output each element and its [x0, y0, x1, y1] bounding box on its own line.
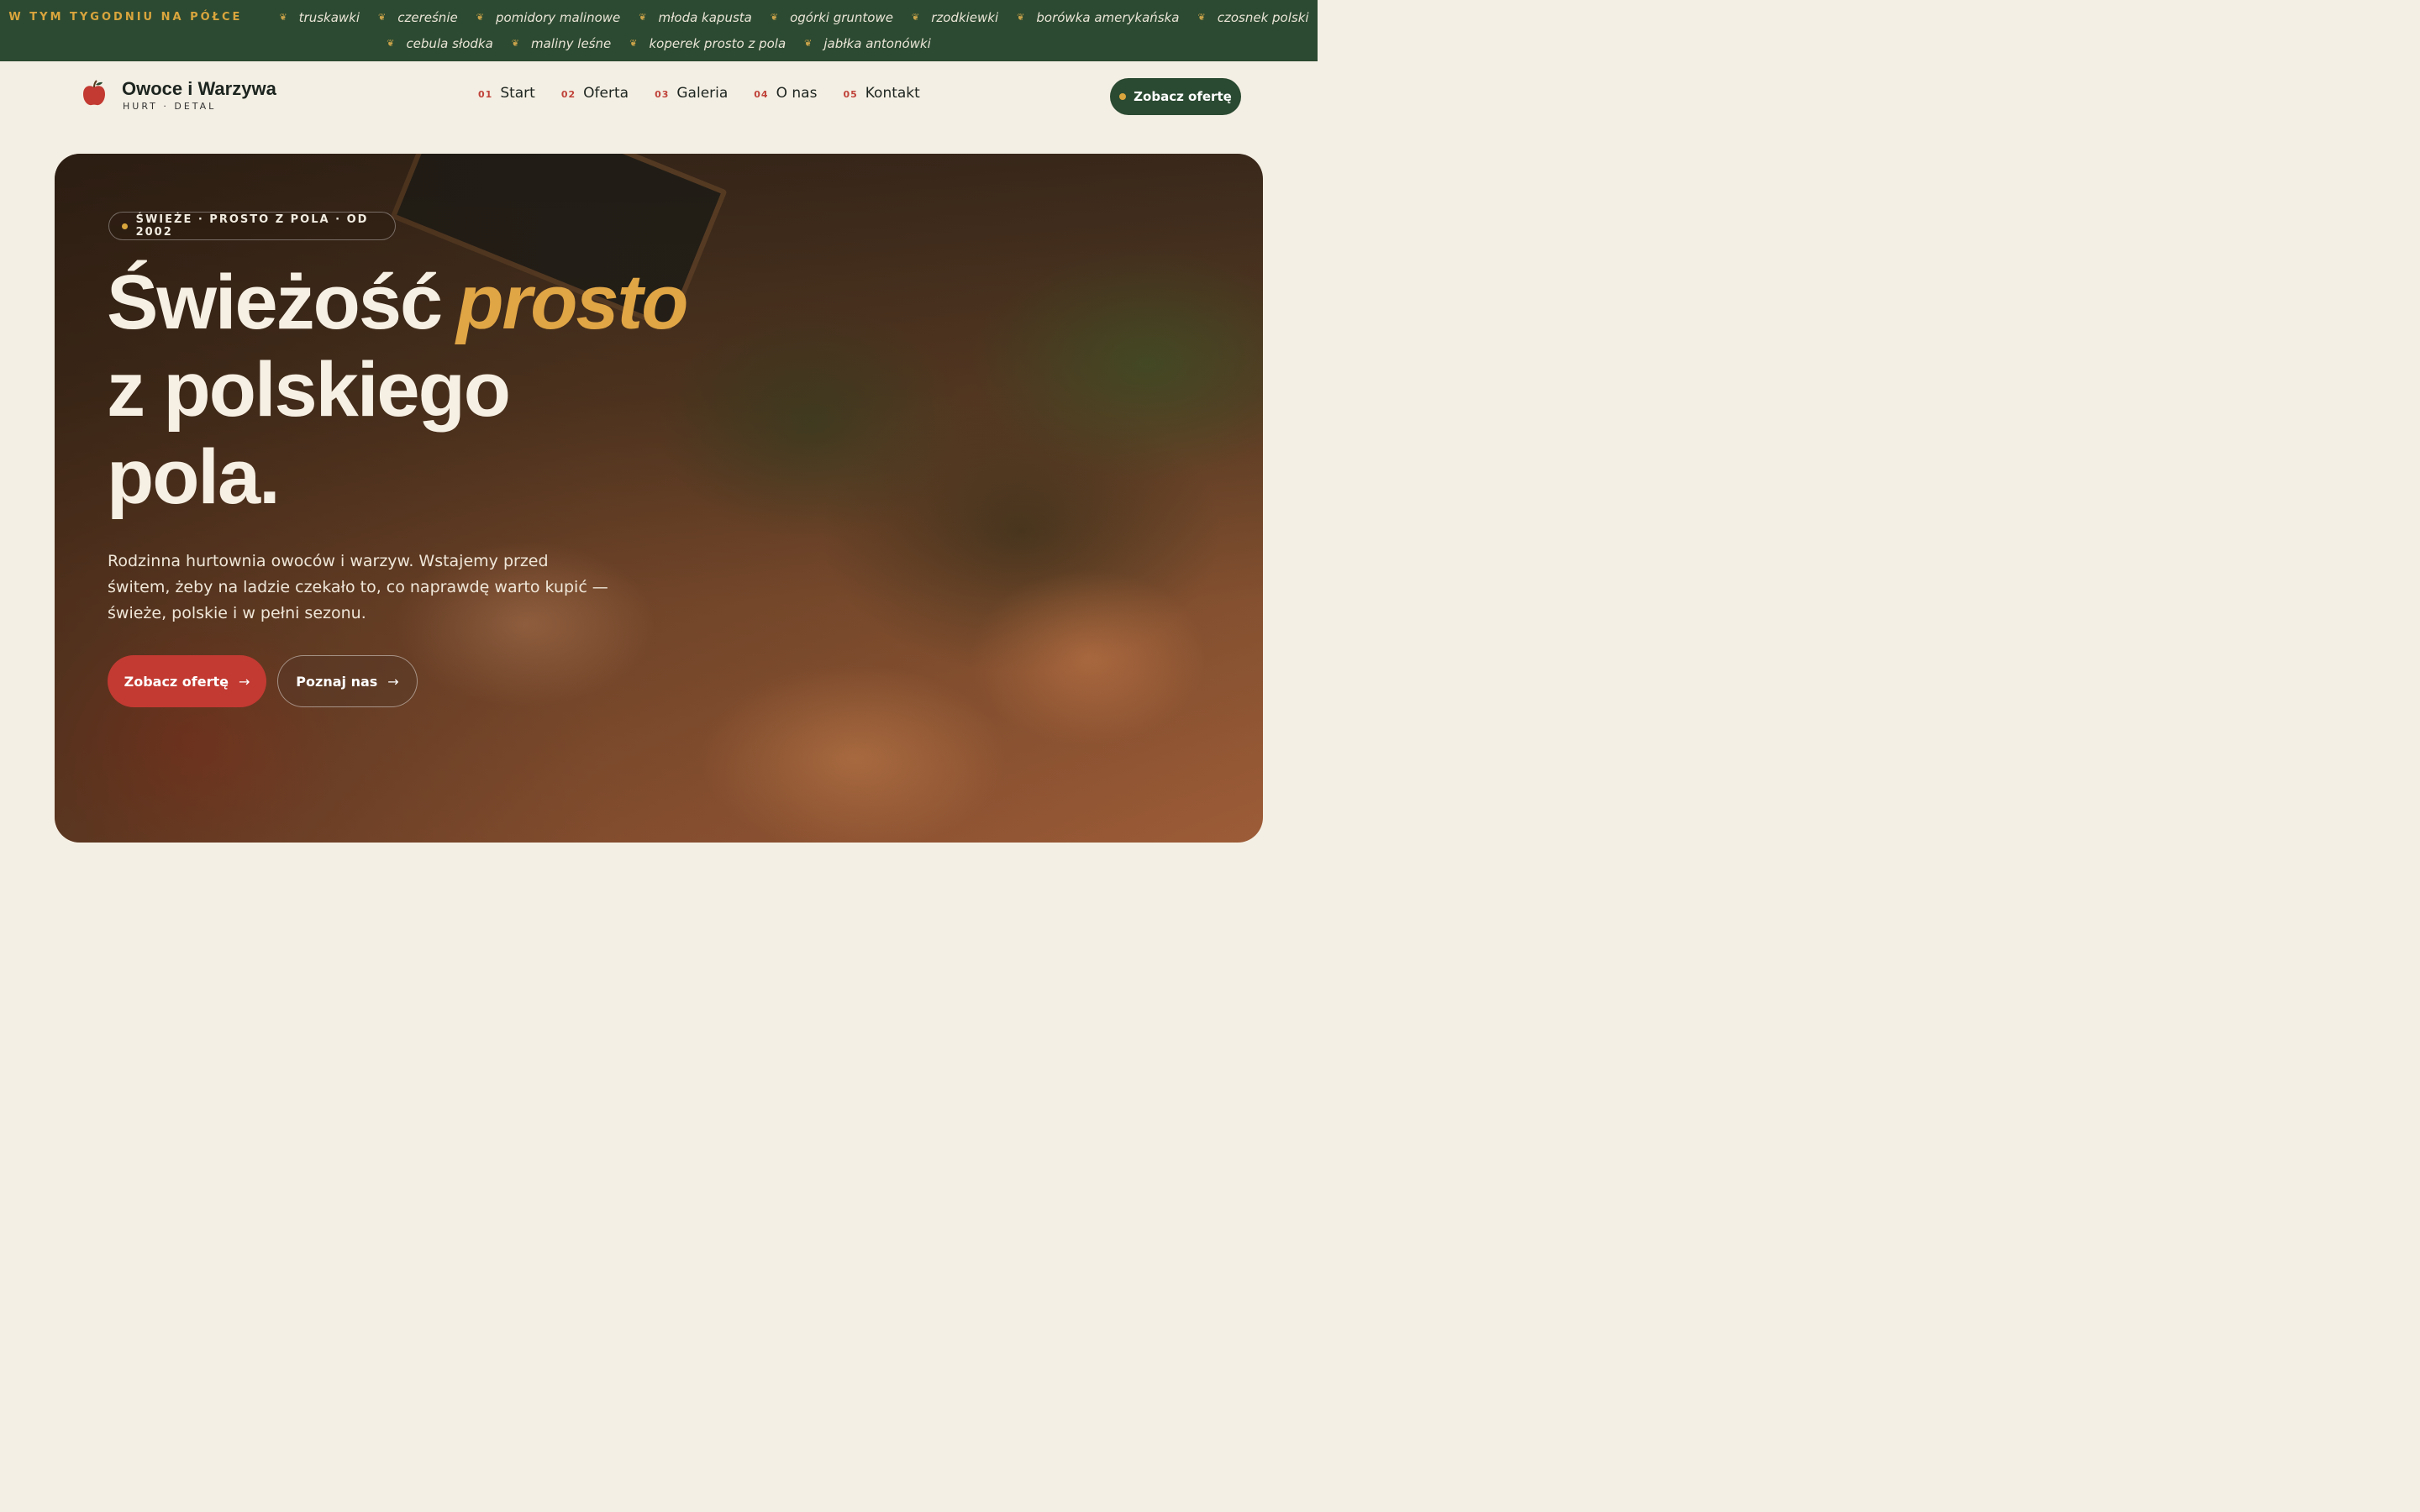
leaf-separator-icon: ❦: [378, 12, 387, 23]
ticker-item: ❦ czereśnie: [360, 10, 458, 25]
ticker-item: ❦ pomidory malinowe: [458, 10, 621, 25]
ticker-item: ❦ ogórki gruntowe: [752, 10, 893, 25]
ticker-row: ❦ cebula słodka ❦ maliny leśne ❦ koperek pros…: [0, 30, 1318, 56]
leaf-separator-icon: ❦: [770, 12, 779, 23]
leaf-separator-icon: ❦: [1197, 12, 1206, 23]
about-us-label: Poznaj nas: [296, 673, 378, 690]
nav-item-galeria[interactable]: 03 Galeria: [655, 85, 728, 102]
arrow-right-icon: →: [387, 673, 399, 690]
hero-headline: Świeżość prosto z polskiego pola.: [107, 259, 745, 521]
headline-accent: prosto: [456, 260, 688, 345]
ticker-item: ❦ młoda kapusta: [620, 10, 752, 25]
ticker-item-text: maliny leśne: [531, 35, 612, 51]
nav-label: Oferta: [583, 85, 629, 102]
headline-line1: Świeżość: [107, 260, 443, 345]
nav-number: 03: [655, 89, 670, 100]
see-offer-label: Zobacz ofertę: [124, 673, 229, 690]
nav-label: O nas: [776, 85, 818, 102]
nav-item-oferta[interactable]: 02 Oferta: [561, 85, 629, 102]
hero-section: ŚWIEŻE · PROSTO Z POLA · OD 2002 Świeżoś…: [55, 154, 1263, 843]
leaf-separator-icon: ❦: [912, 12, 920, 23]
ticker-item: ❦ maliny leśne: [493, 36, 611, 51]
leaf-separator-icon: ❦: [629, 38, 638, 49]
ticker-item-text: koperek prosto z pola: [649, 35, 786, 51]
weekly-produce-ticker: W TYM TYGODNIU NA PÓŁCE ❦ truskawki ❦ czere…: [0, 0, 1318, 61]
ticker-item-text: czosnek polski: [1217, 9, 1309, 25]
ticker-item-text: cebula słodka: [406, 35, 493, 51]
nav-item-start[interactable]: 01 Start: [478, 85, 535, 102]
nav-label: Galeria: [676, 85, 729, 102]
hero-lead: Rodzinna hurtownia owoców i warzyw. Wsta…: [108, 552, 608, 622]
brand-tagline: HURT · DETAL: [123, 101, 217, 112]
header-offer-label: Zobacz ofertę: [1134, 89, 1232, 104]
about-us-button[interactable]: Poznaj nas →: [277, 655, 418, 707]
ticker-item: ❦ cebula słodka: [387, 36, 493, 51]
nav-label: Kontakt: [865, 85, 920, 102]
site-header: Owoce i Warzywa HURT · DETAL 01 Start 02…: [0, 61, 1318, 133]
headline-line3: pola.: [107, 434, 281, 520]
ticker-item-text: czereśnie: [397, 9, 458, 25]
nav-number: 04: [754, 89, 769, 100]
ticker-row: W TYM TYGODNIU NA PÓŁCE ❦ truskawki ❦ czere…: [0, 4, 1318, 30]
dot-icon: [122, 223, 128, 229]
ticker-item: ❦ czosnek polski: [1180, 10, 1309, 25]
ticker-item: ❦ jabłka antonówki: [786, 36, 931, 51]
hero-badge-text: ŚWIEŻE · PROSTO Z POLA · OD 2002: [135, 213, 369, 239]
arrow-right-icon: →: [239, 673, 250, 690]
ticker-item: ❦ truskawki: [260, 10, 360, 25]
leaf-separator-icon: ❦: [476, 12, 484, 23]
brand-name[interactable]: Owoce i Warzywa: [122, 78, 276, 100]
ticker-item-text: pomidory malinowe: [495, 9, 621, 25]
ticker-item: ❦ borówka amerykańska: [998, 10, 1179, 25]
ticker-item-text: ogórki gruntowe: [790, 9, 893, 25]
leaf-separator-icon: ❦: [511, 38, 519, 49]
ticker-item-text: truskawki: [298, 9, 360, 25]
nav-number: 01: [478, 89, 493, 100]
ticker-item-text: jabłka antonówki: [823, 35, 931, 51]
nav-item-o-nas[interactable]: 04 O nas: [754, 85, 817, 102]
nav-number: 05: [843, 89, 858, 100]
leaf-separator-icon: ❦: [639, 12, 647, 23]
nav-number: 02: [560, 89, 576, 100]
nav-item-kontakt[interactable]: 05 Kontakt: [843, 85, 919, 102]
ticker-label: W TYM TYGODNIU NA PÓŁCE: [8, 11, 243, 24]
main-nav: 01 Start 02 Oferta 03 Galeria 04 O nas 0…: [478, 85, 946, 108]
see-offer-button[interactable]: Zobacz ofertę →: [108, 655, 266, 707]
nav-label: Start: [500, 85, 535, 102]
leaf-separator-icon: ❦: [279, 12, 287, 23]
header-offer-button[interactable]: Zobacz ofertę: [1110, 78, 1241, 115]
ticker-item-text: rzodkiewki: [931, 9, 999, 25]
hero-badge: ŚWIEŻE · PROSTO Z POLA · OD 2002: [108, 212, 396, 240]
leaf-separator-icon: ❦: [804, 38, 813, 49]
leaf-separator-icon: ❦: [1017, 12, 1025, 23]
apple-icon: [83, 80, 105, 106]
leaf-separator-icon: ❦: [387, 38, 395, 49]
headline-line2: z polskiego: [107, 347, 511, 433]
ticker-item-text: młoda kapusta: [658, 9, 752, 25]
dot-icon: [1119, 93, 1127, 100]
ticker-item-text: borówka amerykańska: [1036, 9, 1180, 25]
ticker-item: ❦ koperek prosto z pola: [611, 36, 786, 51]
ticker-item: ❦ rzodkiewki: [893, 10, 998, 25]
